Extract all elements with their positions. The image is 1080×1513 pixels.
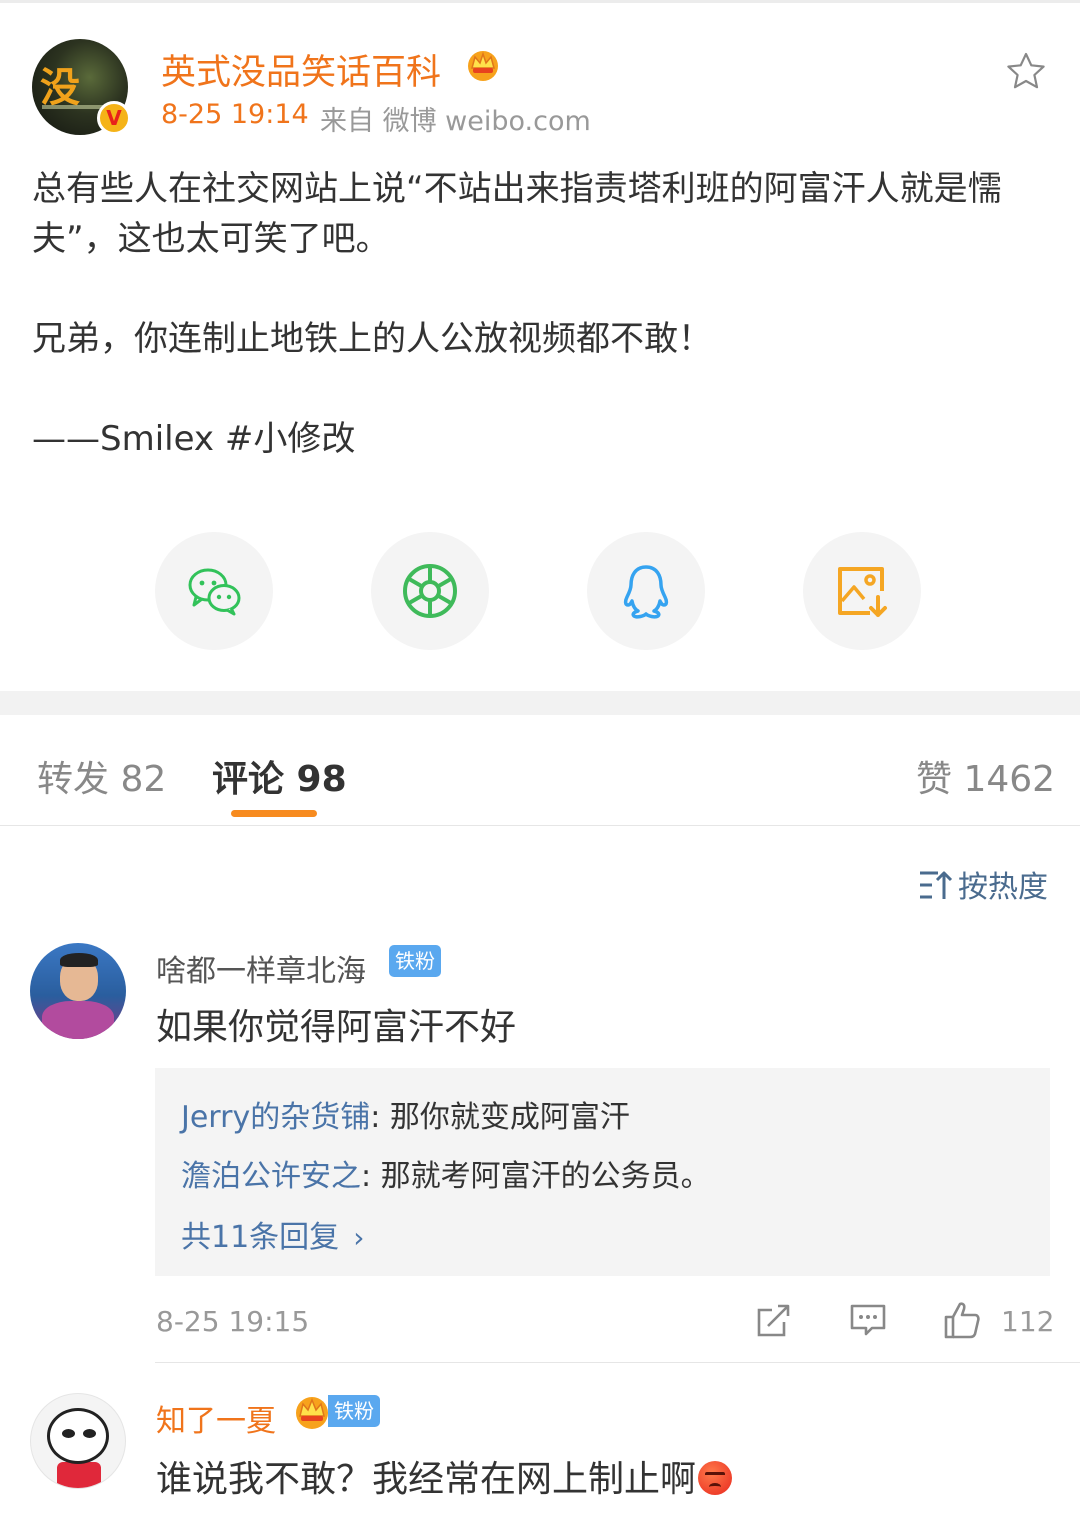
share-qq-button[interactable] bbox=[587, 532, 705, 650]
section-separator bbox=[0, 691, 1080, 715]
reply-box[interactable]: Jerry的杂货铺: 那你就变成阿富汗 澹泊公许安之: 那就考阿富汗的公务员。 … bbox=[155, 1068, 1050, 1276]
save-image-button[interactable] bbox=[803, 532, 921, 650]
avatar-eye bbox=[62, 1429, 75, 1438]
angry-emoji-icon bbox=[698, 1461, 733, 1495]
sort-label: 按热度 bbox=[958, 870, 1048, 905]
reply-item[interactable]: 澹泊公许安之: 那就考阿富汗的公务员。 bbox=[181, 1151, 711, 1195]
repost-icon[interactable] bbox=[754, 1300, 794, 1340]
chevron-right-icon: › bbox=[353, 1221, 365, 1254]
comment-icon[interactable] bbox=[848, 1300, 888, 1340]
reply-user-name[interactable]: 澹泊公许安之 bbox=[181, 1159, 361, 1194]
avatar-figure bbox=[57, 1462, 101, 1488]
post-author-name[interactable]: 英式没品笑话百科 bbox=[161, 44, 441, 95]
post-content: 总有些人在社交网站上说“不站出来指责塔利班的阿富汗人就是懦夫”，这也太可笑了吧。… bbox=[32, 164, 1052, 464]
vip-crown-icon bbox=[296, 1397, 328, 1429]
fan-badge: 铁粉 bbox=[389, 945, 441, 977]
avatar-eye bbox=[83, 1429, 96, 1438]
tabs-divider bbox=[0, 825, 1080, 826]
post-paragraph: ——Smilex #小修改 bbox=[32, 419, 356, 459]
avatar-hair bbox=[60, 953, 98, 967]
avatar-figure bbox=[42, 1001, 114, 1039]
verified-badge-icon: V bbox=[97, 101, 131, 135]
tab-comments[interactable]: 评论 98 bbox=[212, 750, 347, 802]
comment-divider bbox=[155, 1362, 1080, 1363]
post-paragraph: 兄弟，你连制止地铁上的人公放视频都不敢！ bbox=[32, 319, 712, 359]
comment-user-name[interactable]: 知了一夏 bbox=[156, 1396, 276, 1440]
fan-badge: 铁粉 bbox=[328, 1395, 380, 1427]
tab-repost[interactable]: 转发 82 bbox=[37, 750, 166, 802]
reply-text: : 那你就变成阿富汗 bbox=[370, 1100, 630, 1135]
top-divider bbox=[0, 0, 1080, 3]
comment-text: 谁说我不敢？我经常在网上制止啊 bbox=[156, 1450, 733, 1502]
save-image-icon bbox=[838, 567, 887, 617]
sort-by-hot-button[interactable]: 按热度 bbox=[918, 862, 1048, 906]
comment-text-content: 谁说我不敢？我经常在网上制止啊 bbox=[156, 1459, 697, 1500]
more-replies-link[interactable]: 共11条回复 › bbox=[181, 1212, 364, 1256]
comment-user-avatar[interactable] bbox=[30, 1393, 126, 1489]
like-count: 112 bbox=[1001, 1305, 1055, 1338]
post-paragraph: 总有些人在社交网站上说“不站出来指责塔利班的阿富汗人就是懦夫”，这也太可笑了吧。 bbox=[32, 169, 1002, 259]
avatar-face bbox=[47, 1408, 109, 1464]
comment-text: 如果你觉得阿富汗不好 bbox=[156, 1007, 517, 1048]
more-replies-label: 共11条回复 bbox=[181, 1220, 340, 1255]
post-time: 8-25 19:14 bbox=[161, 99, 309, 130]
active-tab-indicator bbox=[231, 810, 317, 817]
share-wechat-button[interactable] bbox=[155, 532, 273, 650]
comment-user-name[interactable]: 啥都一样章北海 bbox=[156, 946, 366, 990]
favorite-star-icon[interactable] bbox=[1004, 50, 1048, 94]
crown-icon bbox=[468, 51, 498, 81]
share-moments-button[interactable] bbox=[371, 532, 489, 650]
post-source: 来自 微博 weibo.com bbox=[320, 106, 591, 137]
comment-time: 8-25 19:15 bbox=[156, 1305, 310, 1338]
qq-icon bbox=[623, 565, 669, 619]
comment-user-avatar[interactable] bbox=[30, 943, 126, 1039]
wechat-icon bbox=[188, 568, 241, 616]
like-thumb-icon[interactable] bbox=[942, 1300, 982, 1340]
tab-likes[interactable]: 赞 1462 bbox=[916, 750, 1055, 802]
reply-user-name[interactable]: Jerry的杂货铺 bbox=[181, 1100, 370, 1135]
sort-icon bbox=[920, 871, 953, 899]
moments-icon bbox=[403, 564, 457, 618]
reply-item[interactable]: Jerry的杂货铺: 那你就变成阿富汗 bbox=[181, 1092, 630, 1136]
reply-text: : 那就考阿富汗的公务员。 bbox=[361, 1159, 711, 1194]
